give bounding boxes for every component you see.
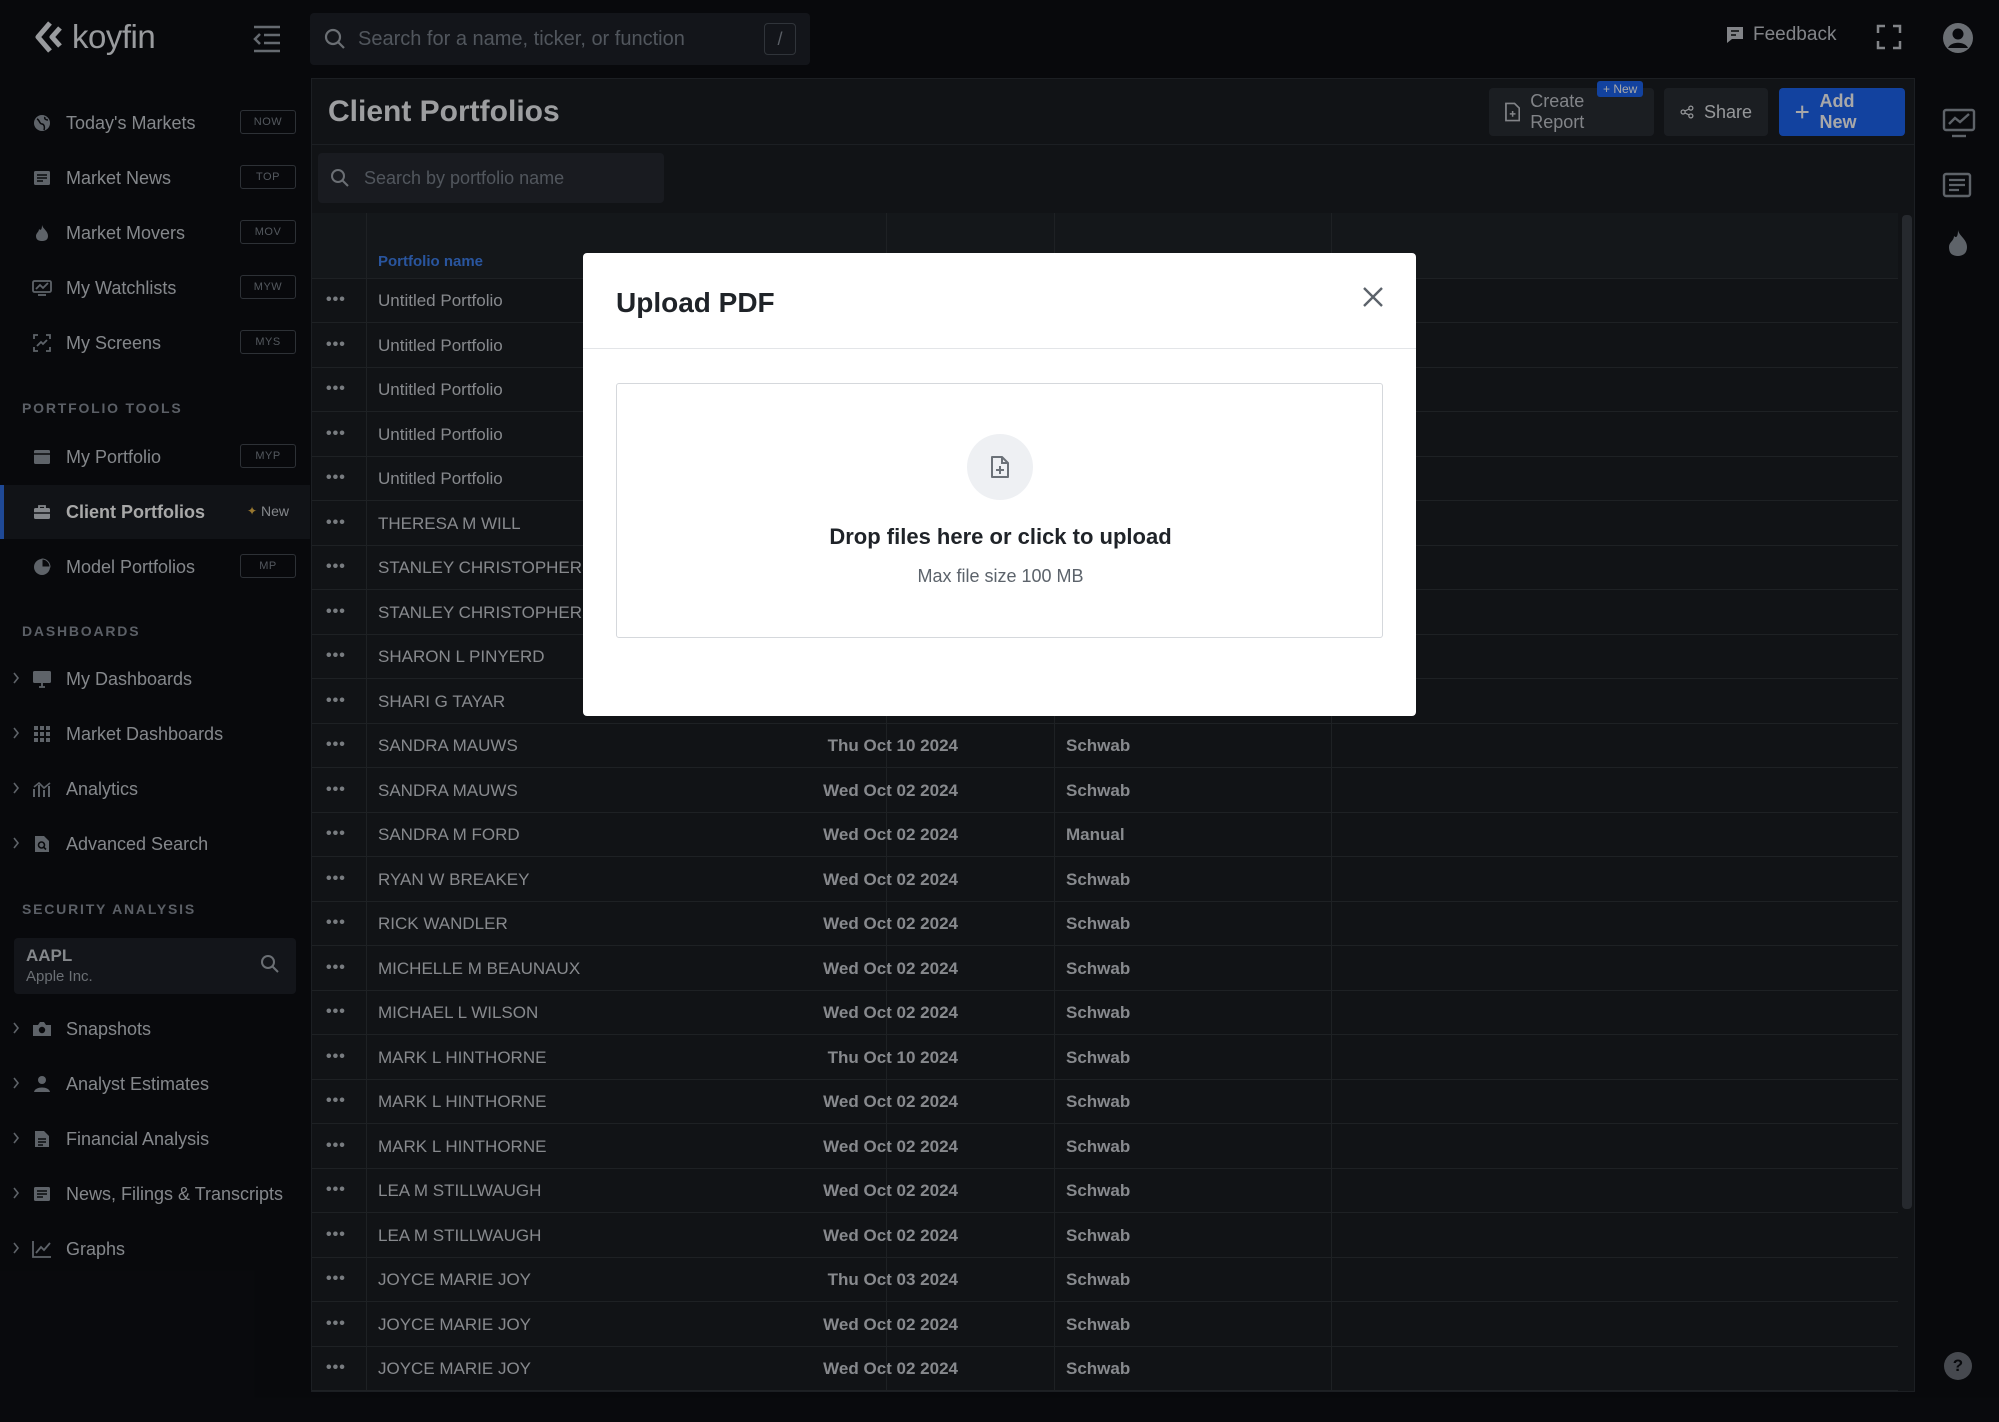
upload-pdf-modal: Upload PDF Drop files here or click to u… — [583, 253, 1416, 716]
modal-header: Upload PDF — [583, 253, 1416, 349]
file-dropzone[interactable]: Drop files here or click to upload Max f… — [616, 383, 1383, 638]
file-add-icon — [991, 456, 1009, 478]
modal-title: Upload PDF — [616, 287, 775, 318]
dropzone-title: Drop files here or click to upload — [829, 524, 1172, 549]
close-icon[interactable] — [1361, 285, 1385, 309]
dropzone-subtitle: Max file size 100 MB — [917, 566, 1084, 586]
upload-icon-circle — [967, 434, 1033, 500]
